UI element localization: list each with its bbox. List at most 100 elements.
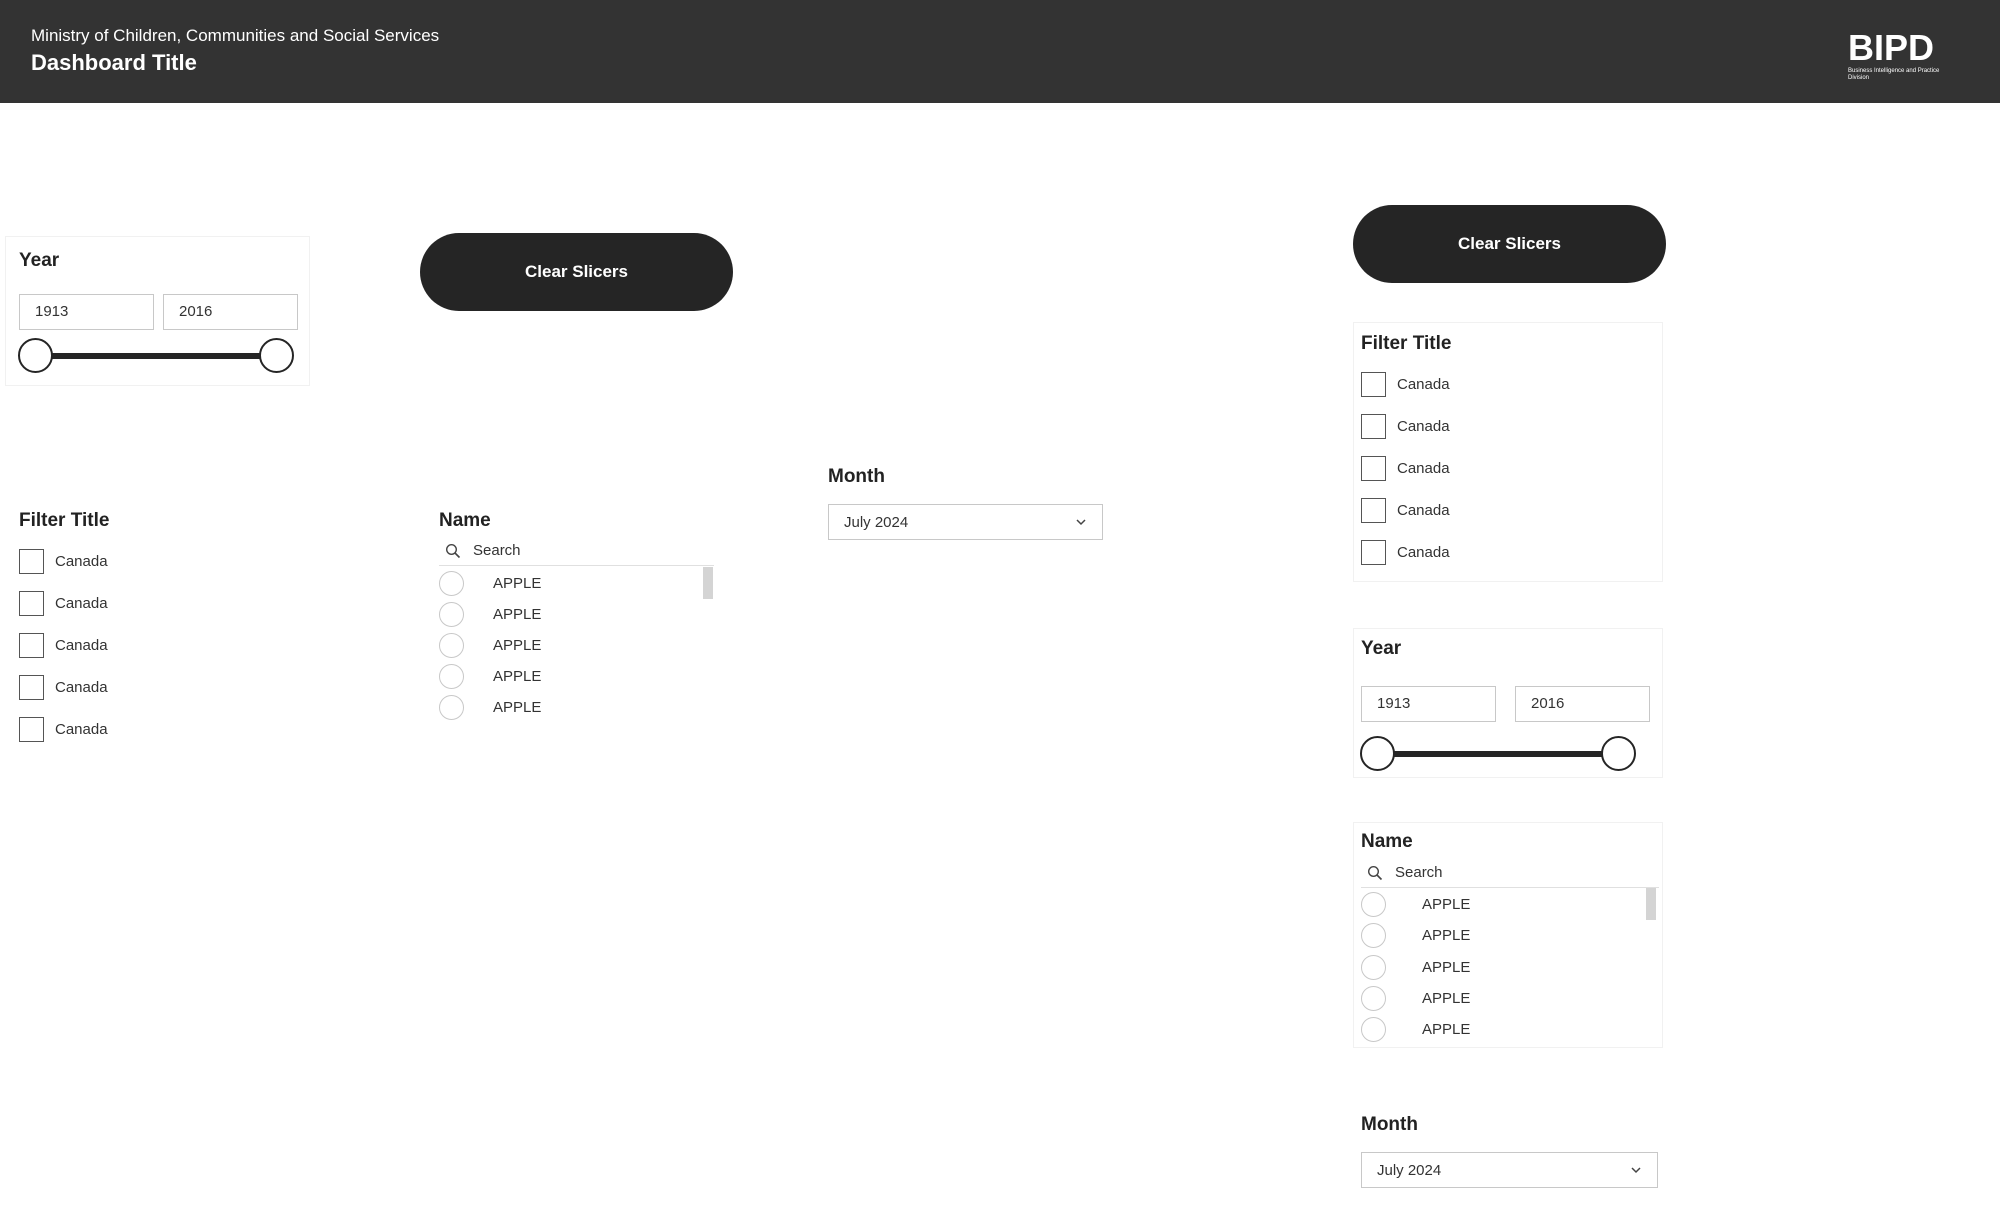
- month-slicer-title: Month: [1361, 1114, 1418, 1135]
- year-start-input[interactable]: 1913: [19, 294, 154, 330]
- clear-slicers-button[interactable]: Clear Slicers: [420, 233, 733, 311]
- filter-item[interactable]: Canada: [1361, 455, 1450, 481]
- name-item-label: APPLE: [493, 574, 542, 592]
- name-item[interactable]: APPLE: [439, 693, 541, 721]
- year-slider-end-handle[interactable]: [1601, 736, 1636, 771]
- checkbox[interactable]: [1361, 413, 1386, 439]
- name-list-scrollbar[interactable]: [1646, 888, 1656, 920]
- name-search-box[interactable]: Search: [1361, 858, 1659, 888]
- name-item[interactable]: APPLE: [1361, 890, 1470, 918]
- search-placeholder: Search: [1395, 864, 1443, 881]
- name-item-label: APPLE: [493, 605, 542, 623]
- filter-item-label: Canada: [55, 678, 108, 696]
- month-dropdown[interactable]: July 2024: [828, 504, 1103, 540]
- filter-item[interactable]: Canada: [19, 590, 108, 616]
- checkbox[interactable]: [19, 674, 44, 700]
- filter-item[interactable]: Canada: [19, 716, 108, 742]
- name-item[interactable]: APPLE: [439, 662, 541, 690]
- search-icon: [1367, 865, 1383, 880]
- checkbox[interactable]: [19, 632, 44, 658]
- checkbox[interactable]: [19, 548, 44, 574]
- filter-item-label: Canada: [1397, 459, 1450, 477]
- month-dropdown[interactable]: July 2024: [1361, 1152, 1658, 1188]
- checkbox[interactable]: [19, 716, 44, 742]
- radio-button[interactable]: [1361, 922, 1386, 948]
- filter-item[interactable]: Canada: [1361, 413, 1450, 439]
- month-slicer-title: Month: [828, 466, 885, 487]
- year-end-input[interactable]: 2016: [163, 294, 298, 330]
- name-item-label: APPLE: [493, 667, 542, 685]
- name-item-label: APPLE: [1422, 926, 1471, 944]
- checkbox[interactable]: [19, 590, 44, 616]
- filter-item[interactable]: Canada: [1361, 371, 1450, 397]
- logo-text: BIPD: [1848, 27, 1935, 68]
- year-slider-start-handle[interactable]: [18, 338, 53, 373]
- name-list-scrollbar[interactable]: [703, 567, 713, 599]
- radio-button[interactable]: [439, 632, 464, 658]
- radio-button[interactable]: [439, 570, 464, 596]
- filter-item[interactable]: Canada: [1361, 539, 1450, 565]
- filter-slicer-title: Filter Title: [19, 510, 110, 531]
- checkbox[interactable]: [1361, 539, 1386, 565]
- year-slicer-title: Year: [19, 250, 60, 271]
- name-item-label: APPLE: [1422, 958, 1471, 976]
- name-item[interactable]: APPLE: [439, 569, 541, 597]
- bipd-logo: BIPD Business Intelligence and Practice …: [1848, 28, 1952, 84]
- year-start-input[interactable]: 1913: [1361, 686, 1496, 722]
- filter-item[interactable]: Canada: [19, 632, 108, 658]
- chevron-down-icon: [1076, 519, 1086, 526]
- filter-item-label: Canada: [55, 552, 108, 570]
- year-slider-track[interactable]: [1378, 751, 1618, 757]
- name-item[interactable]: APPLE: [439, 631, 541, 659]
- year-end-input[interactable]: 2016: [1515, 686, 1650, 722]
- name-item[interactable]: APPLE: [1361, 984, 1470, 1012]
- year-slider-end-handle[interactable]: [259, 338, 294, 373]
- filter-item-label: Canada: [55, 720, 108, 738]
- name-slicer-title: Name: [1361, 831, 1413, 852]
- filter-item-label: Canada: [55, 636, 108, 654]
- name-item[interactable]: APPLE: [1361, 1015, 1470, 1043]
- radio-button[interactable]: [439, 694, 464, 720]
- year-slider-track[interactable]: [36, 353, 276, 359]
- logo-subtitle: Business Intelligence and Practice Divis…: [1848, 68, 1940, 81]
- name-item[interactable]: APPLE: [1361, 921, 1470, 949]
- checkbox[interactable]: [1361, 371, 1386, 397]
- filter-item-label: Canada: [1397, 501, 1450, 519]
- checkbox[interactable]: [1361, 497, 1386, 523]
- name-item[interactable]: APPLE: [1361, 953, 1470, 981]
- radio-button[interactable]: [1361, 954, 1386, 980]
- name-item[interactable]: APPLE: [439, 600, 541, 628]
- search-placeholder: Search: [473, 542, 521, 559]
- dashboard-title: Dashboard Title: [31, 50, 197, 75]
- name-item-label: APPLE: [1422, 895, 1471, 913]
- filter-item[interactable]: Canada: [19, 548, 108, 574]
- header-bar: Ministry of Children, Communities and So…: [0, 0, 2000, 103]
- filter-slicer-title: Filter Title: [1361, 333, 1452, 354]
- month-selected-value: July 2024: [1377, 1161, 1442, 1179]
- name-search-box[interactable]: Search: [439, 536, 714, 566]
- radio-button[interactable]: [439, 663, 464, 689]
- name-item-label: APPLE: [1422, 989, 1471, 1007]
- filter-item[interactable]: Canada: [1361, 497, 1450, 523]
- year-slider-start-handle[interactable]: [1360, 736, 1395, 771]
- filter-item-label: Canada: [1397, 375, 1450, 393]
- month-selected-value: July 2024: [844, 513, 909, 531]
- filter-item-label: Canada: [1397, 543, 1450, 561]
- radio-button[interactable]: [439, 601, 464, 627]
- filter-item-label: Canada: [1397, 417, 1450, 435]
- radio-button[interactable]: [1361, 985, 1386, 1011]
- checkbox[interactable]: [1361, 455, 1386, 481]
- clear-slicers-button[interactable]: Clear Slicers: [1353, 205, 1666, 283]
- name-item-label: APPLE: [493, 698, 542, 716]
- name-item-label: APPLE: [1422, 1020, 1471, 1038]
- radio-button[interactable]: [1361, 1016, 1386, 1042]
- filter-item[interactable]: Canada: [19, 674, 108, 700]
- radio-button[interactable]: [1361, 891, 1386, 917]
- search-icon: [445, 543, 461, 558]
- name-slicer-title: Name: [439, 510, 491, 531]
- year-slicer-title: Year: [1361, 638, 1402, 659]
- ministry-name: Ministry of Children, Communities and So…: [31, 26, 440, 45]
- chevron-down-icon: [1631, 1167, 1641, 1174]
- filter-item-label: Canada: [55, 594, 108, 612]
- name-item-label: APPLE: [493, 636, 542, 654]
